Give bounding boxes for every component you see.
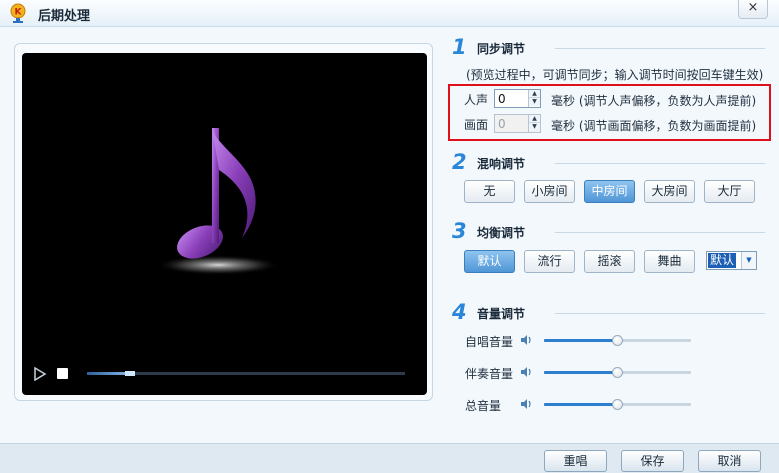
resing-button[interactable]: 重唱 — [544, 450, 607, 472]
play-icon[interactable] — [33, 367, 47, 381]
cancel-button[interactable]: 取消 — [698, 450, 761, 472]
progress-handle[interactable] — [124, 371, 135, 376]
app-logo-icon: K — [10, 3, 26, 23]
slider-fill — [544, 339, 618, 342]
svg-text:K: K — [15, 8, 23, 18]
stepper-arrows: ▲ ▼ — [528, 115, 540, 132]
eq-default-button[interactable]: 默认 — [464, 250, 515, 273]
eq-rock-button[interactable]: 摇滚 — [584, 250, 635, 273]
voice-offset-desc: 毫秒 (调节人声偏移，负数为人声提前) — [551, 94, 757, 108]
section-number-reverb: 2 — [452, 150, 467, 174]
slider-thumb[interactable] — [611, 367, 623, 378]
eq-preset-select[interactable]: 默认 ▼ — [706, 251, 757, 270]
section-title-sync: 同步调节 — [477, 42, 526, 56]
section-title-volume: 音量调节 — [477, 307, 526, 321]
save-button[interactable]: 保存 — [621, 450, 684, 472]
slider-thumb[interactable] — [611, 335, 623, 346]
reverb-large-room-button[interactable]: 大房间 — [644, 180, 695, 203]
stepper-down-icon[interactable]: ▼ — [529, 98, 540, 106]
speaker-icon[interactable] — [519, 397, 533, 411]
progress-bar[interactable] — [87, 371, 405, 376]
slider-thumb[interactable] — [611, 399, 623, 410]
eq-preset-value: 默认 — [708, 253, 737, 268]
stepper-arrows: ▲ ▼ — [528, 90, 540, 107]
reverb-hall-button[interactable]: 大厅 — [704, 180, 755, 203]
vocal-volume-label: 自唱音量 — [465, 335, 514, 349]
accompaniment-volume-slider[interactable] — [544, 367, 691, 378]
stepper-down-icon[interactable]: ▼ — [529, 123, 540, 131]
divider — [555, 48, 765, 49]
reverb-medium-room-button[interactable]: 中房间 — [584, 180, 635, 203]
slider-fill — [544, 403, 618, 406]
section-number-sync: 1 — [452, 35, 467, 59]
section-title-eq: 均衡调节 — [477, 226, 526, 240]
section-title-reverb: 混响调节 — [477, 157, 526, 171]
stepper-up-icon[interactable]: ▲ — [529, 115, 540, 123]
section-number-volume: 4 — [452, 300, 467, 324]
slider-fill — [544, 371, 618, 374]
speaker-icon[interactable] — [519, 365, 533, 379]
master-volume-slider[interactable] — [544, 399, 691, 410]
picture-offset-stepper[interactable]: 0 ▲ ▼ — [494, 114, 541, 133]
vocal-volume-slider[interactable] — [544, 335, 691, 346]
voice-offset-value[interactable]: 0 — [498, 92, 506, 106]
close-button[interactable]: × — [738, 0, 768, 19]
window-title: 后期处理 — [38, 9, 91, 24]
picture-offset-desc: 毫秒 (调节画面偏移，负数为画面提前) — [551, 119, 757, 133]
chevron-down-icon[interactable]: ▼ — [741, 252, 756, 269]
title-bar: K 后期处理 × — [0, 0, 779, 27]
picture-offset-label: 画面 — [464, 118, 489, 132]
divider — [555, 163, 765, 164]
speaker-icon[interactable] — [519, 333, 533, 347]
footer-bar: 重唱 保存 取消 — [0, 443, 779, 473]
master-volume-label: 总音量 — [465, 399, 502, 413]
stop-icon[interactable] — [57, 368, 68, 379]
voice-offset-label: 人声 — [464, 93, 489, 107]
reverb-none-button[interactable]: 无 — [464, 180, 515, 203]
eq-pop-button[interactable]: 流行 — [524, 250, 575, 273]
close-icon: × — [747, 0, 759, 15]
accompaniment-volume-label: 伴奏音量 — [465, 367, 514, 381]
eq-dance-button[interactable]: 舞曲 — [644, 250, 695, 273]
music-note-icon — [156, 128, 280, 275]
voice-offset-stepper[interactable]: 0 ▲ ▼ — [494, 89, 541, 108]
picture-offset-value[interactable]: 0 — [498, 117, 506, 131]
divider — [555, 232, 765, 233]
sync-hint: (预览过程中，可调节同步；输入调节时间按回车键生效) — [466, 68, 764, 82]
reverb-small-room-button[interactable]: 小房间 — [524, 180, 575, 203]
divider — [555, 313, 765, 314]
section-number-eq: 3 — [452, 219, 467, 243]
stepper-up-icon[interactable]: ▲ — [529, 90, 540, 98]
